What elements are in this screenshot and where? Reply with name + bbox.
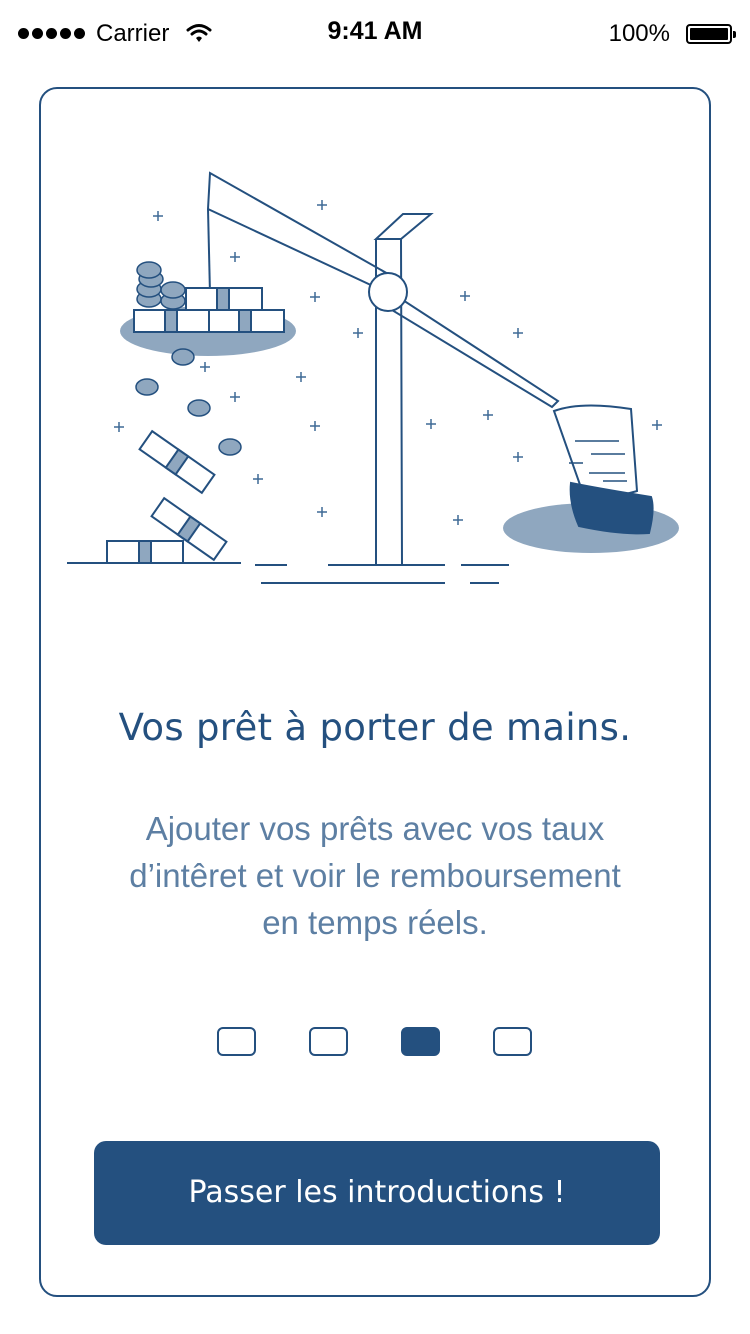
onboarding-title: Vos prêt à porter de mains.	[118, 706, 632, 749]
battery-percentage: 100%	[608, 20, 670, 47]
battery-icon	[686, 24, 736, 44]
scale-illustration	[67, 171, 679, 584]
description-line-2: d’intêret et voir le remboursement	[129, 857, 621, 894]
onboarding-card: Vos prêt à porter de mains. Ajouter vos …	[39, 87, 711, 1297]
onboarding-description: Ajouter vos prêts avec vos taux d’intêre…	[95, 805, 655, 946]
page-dot-1[interactable]	[217, 1027, 256, 1056]
page-dot-3[interactable]	[401, 1027, 440, 1056]
skip-intro-button[interactable]: Passer les introductions !	[94, 1141, 660, 1245]
page-indicator	[217, 1027, 532, 1056]
page-dot-2[interactable]	[309, 1027, 348, 1056]
page-dot-4[interactable]	[493, 1027, 532, 1056]
status-bar: Carrier 9:41 AM 100%	[0, 0, 750, 66]
description-line-1: Ajouter vos prêts avec vos taux	[145, 810, 605, 847]
description-line-3: en temps réels.	[262, 904, 488, 941]
